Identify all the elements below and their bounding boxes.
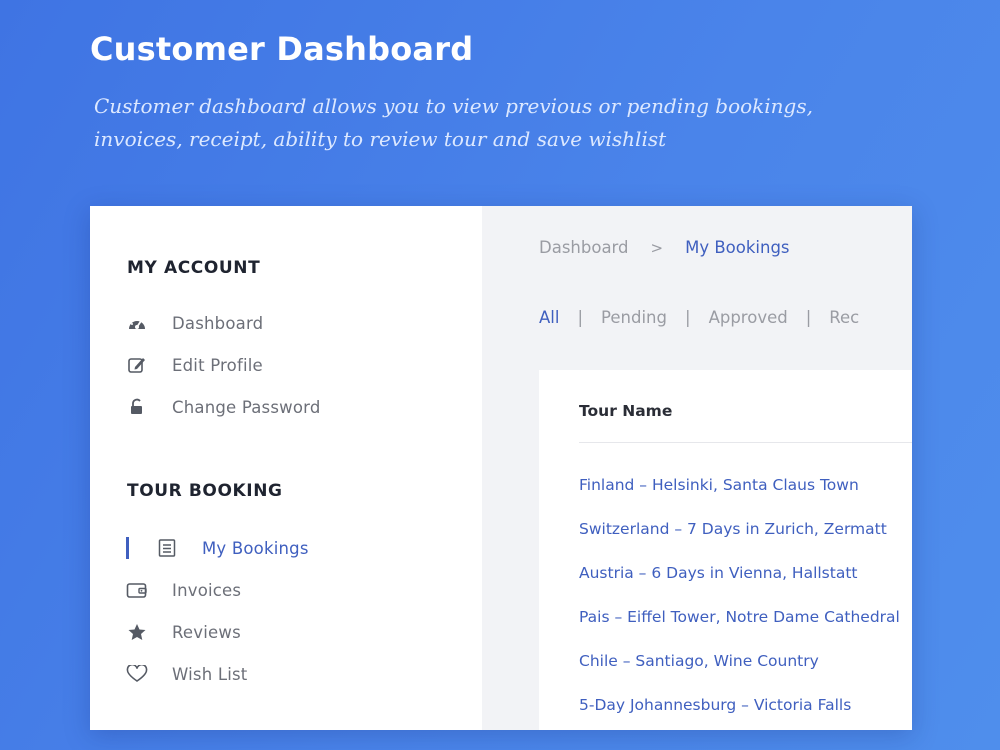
filter-all[interactable]: All xyxy=(539,308,559,327)
sidebar-item-label: Change Password xyxy=(172,397,321,417)
sidebar-item-wish-list[interactable]: Wish List xyxy=(126,661,247,687)
sidebar: MY ACCOUNT Dashboard Edit Profile Change… xyxy=(90,206,482,730)
edit-icon xyxy=(126,355,148,375)
filter-received[interactable]: Rec xyxy=(829,308,859,327)
table-row[interactable]: Switzerland – 7 Days in Zurich, Zermatt xyxy=(579,520,887,538)
sidebar-item-change-password[interactable]: Change Password xyxy=(126,394,321,420)
active-indicator xyxy=(126,537,129,559)
breadcrumb-dashboard[interactable]: Dashboard xyxy=(539,238,629,257)
section-title-tour-booking: TOUR BOOKING xyxy=(127,481,283,501)
table-row[interactable]: 5-Day Johannesburg – Victoria Falls xyxy=(579,696,851,714)
sidebar-item-edit-profile[interactable]: Edit Profile xyxy=(126,352,263,378)
table-row[interactable]: Austria – 6 Days in Vienna, Hallstatt xyxy=(579,564,858,582)
dashboard-window: MY ACCOUNT Dashboard Edit Profile Change… xyxy=(90,206,912,730)
wallet-icon xyxy=(126,580,148,600)
header-divider xyxy=(579,442,912,443)
lock-icon xyxy=(126,397,148,417)
sidebar-item-label: Wish List xyxy=(172,664,248,684)
page-title: Customer Dashboard xyxy=(90,30,474,68)
main-content: Dashboard > My Bookings All | Pending | … xyxy=(482,206,912,730)
sidebar-item-invoices[interactable]: Invoices xyxy=(126,577,241,603)
filter-separator: | xyxy=(805,308,812,327)
heart-icon xyxy=(126,664,148,684)
table-row[interactable]: Finland – Helsinki, Santa Claus Town xyxy=(579,476,859,494)
sidebar-item-reviews[interactable]: Reviews xyxy=(126,619,241,645)
page-subtitle: Customer dashboard allows you to view pr… xyxy=(94,94,813,151)
bookings-table: Tour Name Finland – Helsinki, Santa Clau… xyxy=(539,370,912,730)
breadcrumb: Dashboard > My Bookings xyxy=(539,238,790,257)
breadcrumb-current: My Bookings xyxy=(685,238,790,257)
filter-separator: | xyxy=(577,308,584,327)
sidebar-item-dashboard[interactable]: Dashboard xyxy=(126,310,263,336)
section-title-my-account: MY ACCOUNT xyxy=(127,258,261,278)
list-icon xyxy=(156,538,178,558)
booking-filter-tabs: All | Pending | Approved | Rec xyxy=(539,308,859,327)
breadcrumb-separator: > xyxy=(650,238,664,257)
filter-approved[interactable]: Approved xyxy=(709,308,788,327)
table-row[interactable]: Chile – Santiago, Wine Country xyxy=(579,652,819,670)
sidebar-item-label: Reviews xyxy=(172,622,241,642)
sidebar-item-label: Dashboard xyxy=(172,313,264,333)
column-header-tour-name: Tour Name xyxy=(579,402,673,420)
dashboard-icon xyxy=(126,313,148,333)
star-icon xyxy=(126,622,148,642)
sidebar-item-my-bookings[interactable]: My Bookings xyxy=(156,535,309,561)
sidebar-item-label: Invoices xyxy=(172,580,242,600)
sidebar-item-label: My Bookings xyxy=(202,538,309,558)
sidebar-item-label: Edit Profile xyxy=(172,355,263,375)
filter-pending[interactable]: Pending xyxy=(601,308,667,327)
table-row[interactable]: Pais – Eiffel Tower, Notre Dame Cathedra… xyxy=(579,608,900,626)
filter-separator: | xyxy=(685,308,691,327)
